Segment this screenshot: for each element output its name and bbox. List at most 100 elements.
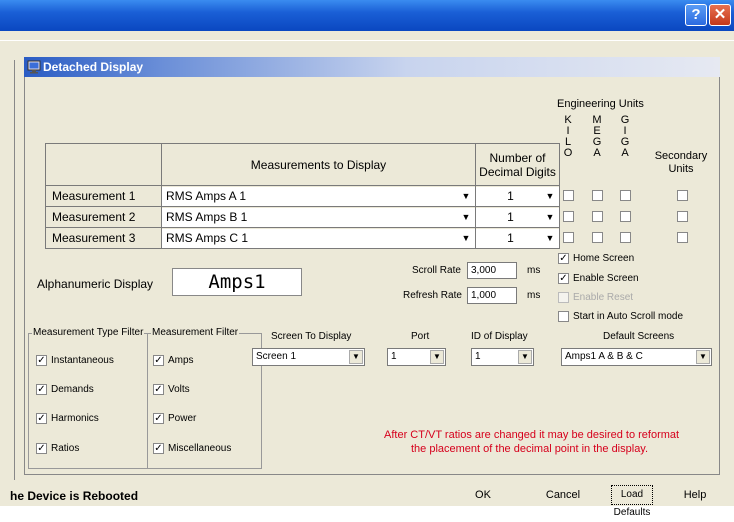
dropdown-arrow-icon[interactable]: ▼ <box>430 350 444 364</box>
dropdown-arrow-icon[interactable]: ▼ <box>543 231 557 246</box>
dropdown-arrow-icon[interactable]: ▼ <box>543 210 557 225</box>
instantaneous-checkbox[interactable]: ✓ <box>36 355 47 366</box>
demands-label: Demands <box>51 384 94 395</box>
kilo-checkbox-row3[interactable] <box>563 232 574 243</box>
ratio-note-line2: the placement of the decimal point in th… <box>411 443 649 455</box>
table-row: Measurement 2 RMS Amps B 1 ▼ 1 ▼ <box>45 206 560 228</box>
ratios-label: Ratios <box>51 443 80 454</box>
measurement-cell[interactable]: RMS Amps C 1 ▼ <box>161 227 476 249</box>
measurement-filter-title: Measurement Filter <box>151 327 240 338</box>
giga-checkbox-row3[interactable] <box>620 232 631 243</box>
mega-checkbox-row1[interactable] <box>592 190 603 201</box>
default-screens-select[interactable]: Amps1 A & B & C ▼ <box>561 348 712 366</box>
monitor-icon <box>27 60 41 74</box>
type-filter-title: Measurement Type Filter <box>32 327 145 338</box>
instantaneous-label: Instantaneous <box>51 355 114 366</box>
mega-column-label: MEGA <box>592 114 602 159</box>
measurement-cell[interactable]: RMS Amps A 1 ▼ <box>161 185 476 207</box>
volts-label: Volts <box>168 384 190 395</box>
dialog-title: Detached Display <box>43 60 144 74</box>
ratios-checkbox[interactable]: ✓ <box>36 443 47 454</box>
demands-checkbox[interactable]: ✓ <box>36 384 47 395</box>
menu-divider <box>0 40 734 41</box>
scroll-rate-unit: ms <box>527 265 541 276</box>
dialog-titlebar: Detached Display <box>24 57 720 77</box>
refresh-rate-input[interactable]: 1,000 <box>467 287 517 304</box>
secondary-checkbox-row3[interactable] <box>677 232 688 243</box>
home-screen-checkbox[interactable]: ✓ <box>558 253 569 264</box>
kilo-column-label: KILO <box>563 114 573 159</box>
kilo-checkbox-row2[interactable] <box>563 211 574 222</box>
digits-cell[interactable]: 1 ▼ <box>475 227 560 249</box>
port-select[interactable]: 1 ▼ <box>387 348 446 366</box>
alphanumeric-label: Alphanumeric Display <box>37 277 154 291</box>
id-of-display-select[interactable]: 1 ▼ <box>471 348 534 366</box>
measurement-table: Measurements to Display Number of Decimal… <box>45 143 560 249</box>
table-row: Measurement 1 RMS Amps A 1 ▼ 1 ▼ <box>45 185 560 207</box>
load-defaults-button[interactable]: Load Defaults <box>611 485 653 518</box>
engineering-units-heading: Engineering Units <box>557 98 644 110</box>
window-titlebar: ? ✕ <box>0 0 734 31</box>
table-header-blank <box>45 143 162 186</box>
refresh-rate-unit: ms <box>527 290 541 301</box>
amps-checkbox[interactable]: ✓ <box>153 355 164 366</box>
giga-checkbox-row1[interactable] <box>620 190 631 201</box>
harmonics-checkbox[interactable]: ✓ <box>36 413 47 424</box>
scroll-rate-label: Scroll Rate <box>412 265 461 276</box>
power-checkbox[interactable]: ✓ <box>153 413 164 424</box>
enable-screen-label: Enable Screen <box>573 273 639 284</box>
default-screens-label: Default Screens <box>603 331 675 342</box>
row-label: Measurement 3 <box>45 227 162 249</box>
measurements-header: Measurements to Display <box>161 143 476 186</box>
digits-cell[interactable]: 1 ▼ <box>475 206 560 228</box>
power-label: Power <box>168 413 197 424</box>
dropdown-arrow-icon[interactable]: ▼ <box>696 350 710 364</box>
help-title-button[interactable]: ? <box>685 4 707 26</box>
giga-checkbox-row2[interactable] <box>620 211 631 222</box>
table-row: Measurement 3 RMS Amps C 1 ▼ 1 ▼ <box>45 227 560 249</box>
refresh-rate-label: Refresh Rate <box>403 290 462 301</box>
mega-checkbox-row2[interactable] <box>592 211 603 222</box>
enable-screen-checkbox[interactable]: ✓ <box>558 273 569 284</box>
harmonics-label: Harmonics <box>51 413 99 424</box>
dropdown-arrow-icon[interactable]: ▼ <box>459 189 473 204</box>
scroll-rate-input[interactable]: 3,000 <box>467 262 517 279</box>
miscellaneous-label: Miscellaneous <box>168 443 232 454</box>
measurement-cell[interactable]: RMS Amps B 1 ▼ <box>161 206 476 228</box>
panel-edge <box>14 60 15 480</box>
help-button[interactable]: Help <box>670 485 720 505</box>
volts-checkbox[interactable]: ✓ <box>153 384 164 395</box>
alphanumeric-display: Amps1 <box>172 268 302 296</box>
home-screen-label: Home Screen <box>573 253 635 264</box>
dropdown-arrow-icon[interactable]: ▼ <box>543 189 557 204</box>
status-text: he Device is Rebooted <box>10 489 139 503</box>
screen-to-display-label: Screen To Display <box>271 331 352 342</box>
digits-cell[interactable]: 1 ▼ <box>475 185 560 207</box>
auto-scroll-label: Start in Auto Scroll mode <box>573 311 684 322</box>
row-label: Measurement 1 <box>45 185 162 207</box>
dropdown-arrow-icon[interactable]: ▼ <box>459 210 473 225</box>
row-label: Measurement 2 <box>45 206 162 228</box>
giga-column-label: GIGA <box>620 114 630 159</box>
secondary-units-label: Secondary Units <box>654 150 708 175</box>
dropdown-arrow-icon[interactable]: ▼ <box>518 350 532 364</box>
close-title-button[interactable]: ✕ <box>709 4 731 26</box>
port-label: Port <box>411 331 430 342</box>
screen-to-display-select[interactable]: Screen 1 ▼ <box>252 348 365 366</box>
secondary-checkbox-row1[interactable] <box>677 190 688 201</box>
decimal-digits-header: Number of Decimal Digits <box>475 143 560 186</box>
dropdown-arrow-icon[interactable]: ▼ <box>459 231 473 246</box>
enable-reset-checkbox[interactable] <box>558 292 569 303</box>
kilo-checkbox-row1[interactable] <box>563 190 574 201</box>
secondary-checkbox-row2[interactable] <box>677 211 688 222</box>
miscellaneous-checkbox[interactable]: ✓ <box>153 443 164 454</box>
ratio-note-line1: After CT/VT ratios are changed it may be… <box>384 429 680 441</box>
enable-reset-label: Enable Reset <box>573 292 634 303</box>
amps-label: Amps <box>168 355 194 366</box>
dropdown-arrow-icon[interactable]: ▼ <box>349 350 363 364</box>
ok-button[interactable]: OK <box>448 485 518 505</box>
cancel-button[interactable]: Cancel <box>526 485 600 505</box>
auto-scroll-checkbox[interactable] <box>558 311 569 322</box>
id-of-display-label: ID of Display <box>471 331 528 342</box>
mega-checkbox-row3[interactable] <box>592 232 603 243</box>
